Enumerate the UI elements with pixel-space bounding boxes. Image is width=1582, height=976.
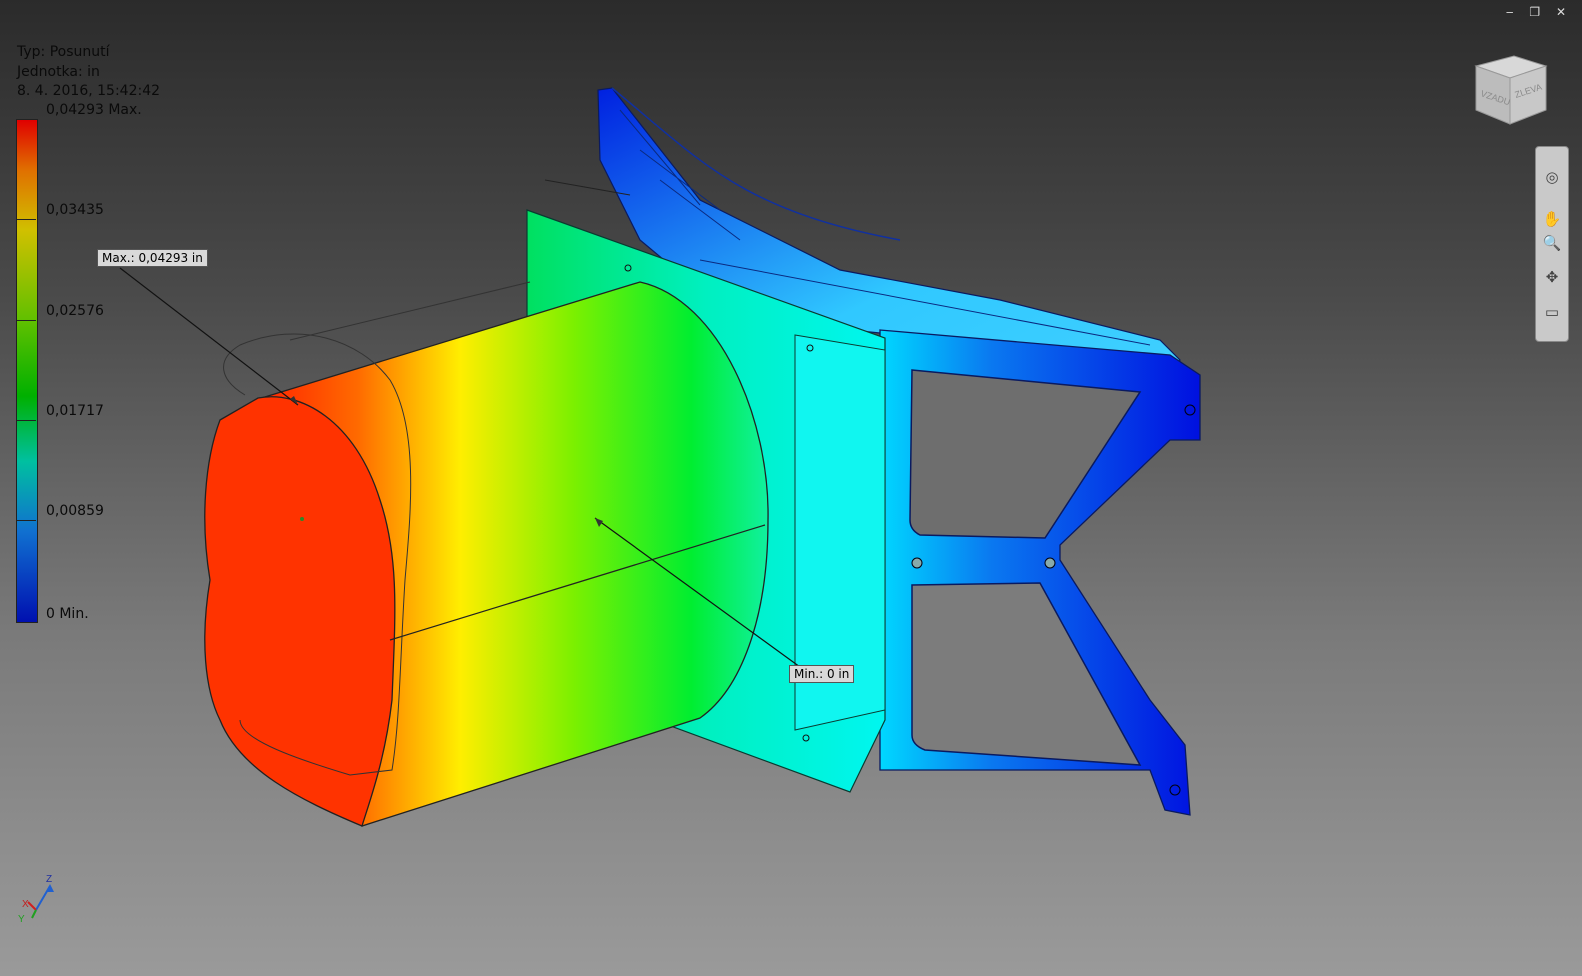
- legend-tick: [17, 320, 36, 321]
- legend-label-1: 0,03435: [46, 202, 104, 218]
- legend-label-4: 0,00859: [46, 503, 104, 519]
- axis-y-label: Y: [18, 914, 25, 925]
- axis-x-label: X: [22, 899, 29, 910]
- axis-triad: Z X Y: [18, 874, 54, 925]
- pan-hand-icon[interactable]: ✋: [1542, 209, 1562, 229]
- legend-tick: [17, 219, 36, 220]
- result-info: Typ: Posunutí Jednotka: in 8. 4. 2016, 1…: [17, 43, 160, 102]
- color-legend-bar: [16, 119, 38, 623]
- max-callout-leader: [119, 267, 299, 406]
- max-point-marker: [300, 517, 304, 521]
- stress-model-viewport[interactable]: [0, 0, 1582, 976]
- result-date: 8. 4. 2016, 15:42:42: [17, 83, 161, 99]
- result-unit: Jednotka: in: [17, 63, 100, 80]
- viewcube[interactable]: VZADU ZLEVA: [1470, 52, 1550, 128]
- max-callout[interactable]: Max.: 0,04293 in: [97, 249, 208, 267]
- orbit-icon[interactable]: ✥: [1542, 267, 1562, 287]
- zoom-icon[interactable]: 🔍: [1542, 233, 1562, 253]
- result-type: Typ: Posunutí: [17, 44, 110, 60]
- legend-label-2: 0,02576: [46, 303, 104, 319]
- legend-max-label: 0,04293 Max.: [46, 102, 142, 118]
- mounting-frame: [879, 329, 1201, 816]
- steering-wheel-icon[interactable]: ◎: [1542, 167, 1562, 187]
- min-callout[interactable]: Min.: 0 in: [789, 665, 855, 683]
- axis-z-label: Z: [46, 874, 52, 885]
- legend-tick: [17, 420, 36, 421]
- look-at-icon[interactable]: ▭: [1542, 302, 1562, 322]
- legend-label-3: 0,01717: [46, 403, 104, 419]
- navigation-bar: ◎ ✋ 🔍 ✥ ▭: [1535, 146, 1569, 342]
- legend-min-label: 0 Min.: [46, 606, 89, 622]
- legend-tick: [17, 520, 36, 521]
